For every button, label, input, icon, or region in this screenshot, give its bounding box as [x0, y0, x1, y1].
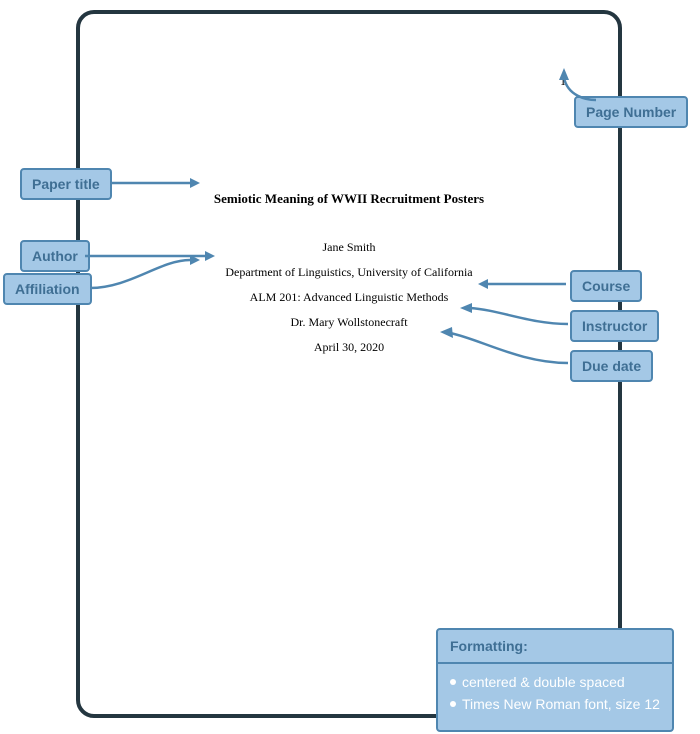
formatting-title: Formatting: [438, 630, 672, 664]
label-paper-title: Paper title [20, 168, 112, 200]
arrow-course [478, 276, 568, 296]
arrow-affiliation [90, 252, 200, 302]
label-affiliation: Affiliation [3, 273, 92, 305]
arrow-due-date [440, 325, 570, 370]
label-course: Course [570, 270, 642, 302]
formatting-box: Formatting: centered & double spaced Tim… [436, 628, 674, 732]
bullet-icon [450, 679, 456, 685]
formatting-line-1-text: centered & double spaced [462, 674, 625, 690]
formatting-line-2-text: Times New Roman font, size 12 [462, 696, 660, 712]
formatting-line-1: centered & double spaced [450, 674, 660, 690]
label-due-date: Due date [570, 350, 653, 382]
arrow-paper-title [110, 175, 200, 195]
label-instructor: Instructor [570, 310, 659, 342]
arrow-page-number [556, 68, 606, 108]
bullet-icon [450, 701, 456, 707]
formatting-body: centered & double spaced Times New Roman… [438, 664, 672, 730]
formatting-line-2: Times New Roman font, size 12 [450, 696, 660, 712]
label-author: Author [20, 240, 90, 272]
